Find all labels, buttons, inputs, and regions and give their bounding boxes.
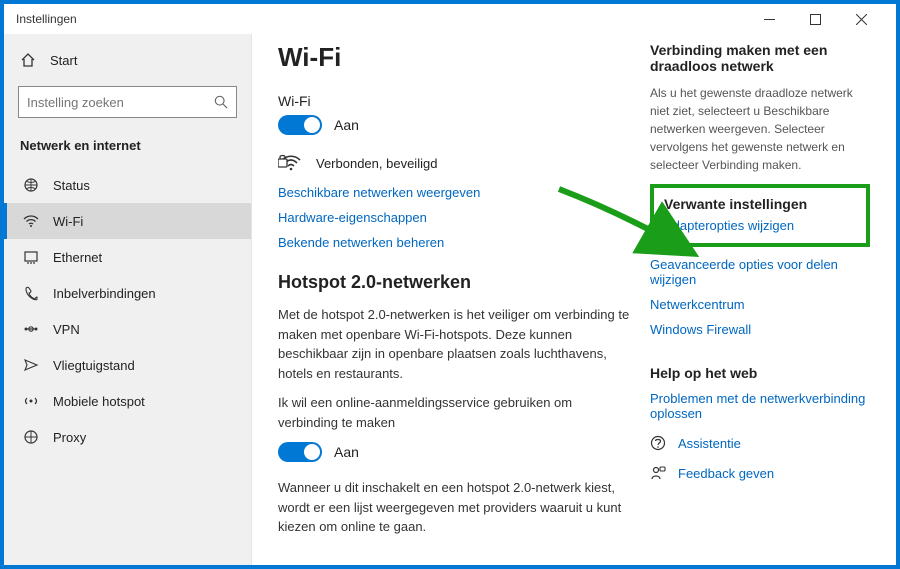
hotspot-optin: Ik wil een online-aanmeldingsservice geb… [278,393,630,432]
status-icon [23,177,39,193]
sidebar-item-label: Mobiele hotspot [53,394,145,409]
sidebar-section-label: Netwerk en internet [4,132,251,167]
link-adapter-options[interactable]: Adapteropties wijzigen [664,218,856,233]
sidebar-item-label: Vliegtuigstand [53,358,135,373]
hotspot-heading: Hotspot 2.0-netwerken [278,272,630,293]
hotspot-toggle-row: Aan [278,442,630,462]
sidebar-item-status[interactable]: Status [4,167,251,203]
home-button[interactable]: Start [4,44,251,76]
wifi-toggle-label: Aan [334,117,359,133]
sidebar-item-label: Inbelverbindingen [53,286,156,301]
help-section: Help op het web Problemen met de netwerk… [650,365,870,481]
sidebar-item-airplane[interactable]: Vliegtuigstand [4,347,251,383]
connect-desc: Als u het gewenste draadloze netwerk nie… [650,84,870,174]
hotspot-icon [23,393,39,409]
page-title: Wi-Fi [278,42,630,73]
wifi-secured-icon [278,151,304,175]
link-sharing-options[interactable]: Geavanceerde opties voor delen wijzigen [650,257,870,287]
home-icon [20,52,36,68]
airplane-icon [23,357,39,373]
assist-icon [650,435,666,451]
aside-column: Verbinding maken met een draadloos netwe… [650,42,870,545]
wifi-toggle[interactable] [278,115,322,135]
help-heading: Help op het web [650,365,870,381]
minimize-button[interactable] [746,4,792,34]
assist-label: Assistentie [678,436,741,451]
vpn-icon [23,321,39,337]
wifi-status-text: Verbonden, beveiligd [316,156,437,171]
link-hardware-props[interactable]: Hardware-eigenschappen [278,210,630,225]
wifi-status-row: Verbonden, beveiligd [278,151,630,175]
link-show-networks[interactable]: Beschikbare netwerken weergeven [278,185,630,200]
wifi-icon [23,213,39,229]
sidebar: Start Netwerk en internet Status Wi-Fi [4,34,252,565]
hotspot-toggle-label: Aan [334,444,359,460]
sidebar-item-dialup[interactable]: Inbelverbindingen [4,275,251,311]
hotspot-toggle[interactable] [278,442,322,462]
titlebar: Instellingen [4,4,896,34]
link-troubleshoot[interactable]: Problemen met de netwerkverbinding oplos… [650,391,870,421]
search-icon [214,95,228,109]
sidebar-nav: Status Wi-Fi Ethernet Inbelverbindingen … [4,167,251,455]
wifi-label: Wi-Fi [278,93,630,109]
close-icon [856,14,867,25]
maximize-button[interactable] [792,4,838,34]
sidebar-item-ethernet[interactable]: Ethernet [4,239,251,275]
proxy-icon [23,429,39,445]
link-feedback[interactable]: Feedback geven [650,465,870,481]
feedback-icon [650,465,666,481]
link-assist[interactable]: Assistentie [650,435,870,451]
sidebar-item-proxy[interactable]: Proxy [4,419,251,455]
ethernet-icon [23,249,39,265]
hotspot-note: Wanneer u dit inschakelt en een hotspot … [278,478,630,537]
home-label: Start [50,53,77,68]
connect-heading: Verbinding maken met een draadloos netwe… [650,42,870,74]
link-network-center[interactable]: Netwerkcentrum [650,297,870,312]
main-column: Wi-Fi Wi-Fi Aan Verbonde [278,42,630,545]
settings-window: Instellingen Start [4,4,896,565]
search-input[interactable] [27,95,214,110]
sidebar-item-label: Ethernet [53,250,102,265]
feedback-label: Feedback geven [678,466,774,481]
related-settings-box: Verwante instellingen Adapteropties wijz… [650,184,870,247]
content: Wi-Fi Wi-Fi Aan Verbonde [252,34,896,565]
close-button[interactable] [838,4,884,34]
link-windows-firewall[interactable]: Windows Firewall [650,322,870,337]
maximize-icon [810,14,821,25]
wifi-toggle-row: Aan [278,115,630,135]
sidebar-item-label: Status [53,178,90,193]
minimize-icon [764,19,775,20]
window-body: Start Netwerk en internet Status Wi-Fi [4,34,896,565]
link-manage-known[interactable]: Bekende netwerken beheren [278,235,630,250]
window-controls [746,4,884,34]
sidebar-item-hotspot[interactable]: Mobiele hotspot [4,383,251,419]
hotspot-desc: Met de hotspot 2.0-netwerken is het veil… [278,305,630,383]
dialup-icon [23,285,39,301]
window-title: Instellingen [16,12,77,26]
sidebar-item-vpn[interactable]: VPN [4,311,251,347]
related-heading: Verwante instellingen [664,196,856,212]
sidebar-item-label: Proxy [53,430,86,445]
search-input-container[interactable] [18,86,237,118]
sidebar-item-label: Wi-Fi [53,214,83,229]
sidebar-item-wifi[interactable]: Wi-Fi [4,203,251,239]
sidebar-item-label: VPN [53,322,80,337]
